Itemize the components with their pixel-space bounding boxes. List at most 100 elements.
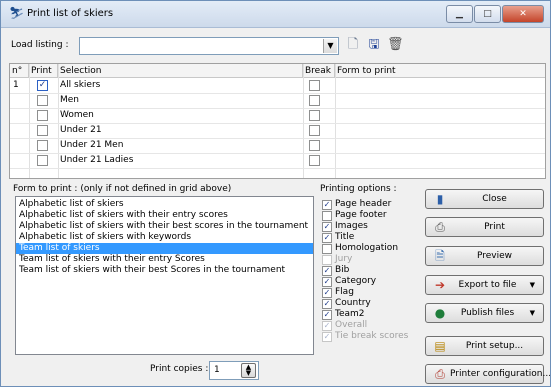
print-list-window: ⛷ Print list of skiers ▁ □ ✕ Load listin… <box>0 0 551 387</box>
list-item[interactable]: Alphabetic list of skiers with keywords <box>16 232 313 243</box>
print-button-label: Print <box>484 222 505 232</box>
option-checkbox[interactable]: ✓ <box>322 200 332 210</box>
break-checkbox[interactable] <box>309 140 320 151</box>
maximize-button[interactable]: □ <box>474 5 501 23</box>
export-to-file-button[interactable]: ➔ Export to file ▼ <box>425 275 544 295</box>
print-checkbox[interactable] <box>37 95 48 106</box>
list-item-selected[interactable]: Team list of skiers <box>16 243 313 254</box>
option-label: Jury <box>335 254 353 264</box>
new-file-icon[interactable]: 🗋 <box>345 37 361 53</box>
list-item[interactable]: Alphabetic list of skiers with their bes… <box>16 221 313 232</box>
table-row[interactable]: Under 21 Men <box>10 138 545 154</box>
col-header-form: Form to print <box>335 64 545 78</box>
print-checkbox[interactable] <box>37 140 48 151</box>
option-label: Page header <box>335 199 392 209</box>
option-checkbox[interactable] <box>322 244 332 254</box>
break-checkbox[interactable] <box>309 95 320 106</box>
print-checkbox[interactable] <box>37 110 48 121</box>
table-row[interactable]: Women <box>10 108 545 124</box>
export-arrow-icon: ➔ <box>434 278 446 292</box>
print-copies-stepper[interactable]: 1 ▲ ▼ <box>209 361 259 380</box>
col-header-number: n° <box>10 64 29 78</box>
selection-cell: Under 21 <box>60 125 102 135</box>
option-checkbox[interactable]: ✓ <box>322 233 332 243</box>
export-button-label: Export to file <box>458 280 517 290</box>
list-item[interactable]: Alphabetic list of skiers with their ent… <box>16 210 313 221</box>
option-label: Team2 <box>335 309 365 319</box>
page-setup-icon: ▤ <box>434 339 446 353</box>
col-header-selection: Selection <box>58 64 303 78</box>
chevron-down-icon: ▼ <box>529 309 535 317</box>
selection-cell: All skiers <box>60 80 101 90</box>
skier-app-icon: ⛷ <box>9 6 25 20</box>
exit-door-icon: ▮ <box>436 192 444 206</box>
window-controls: ▁ □ ✕ <box>445 5 544 23</box>
col-header-break: Break <box>303 64 335 78</box>
option-label: Bib <box>335 265 350 275</box>
close-window-button[interactable]: ✕ <box>502 5 544 23</box>
save-icon[interactable]: 🖫 <box>366 37 382 53</box>
option-label: Country <box>335 298 371 308</box>
window-title: Print list of skiers <box>27 8 114 19</box>
break-checkbox[interactable] <box>309 125 320 136</box>
dropdown-arrow-icon[interactable]: ▼ <box>323 39 337 53</box>
break-checkbox[interactable] <box>309 80 320 91</box>
option-checkbox: ✓ <box>322 321 332 331</box>
print-checkbox[interactable] <box>37 155 48 166</box>
table-row[interactable]: Under 21 <box>10 123 545 139</box>
option-checkbox[interactable]: ✓ <box>322 222 332 232</box>
printer-config-icon: ⎙ <box>435 367 445 381</box>
table-row[interactable]: Under 21 Ladies <box>10 153 545 169</box>
printing-options-label: Printing options : <box>320 184 397 194</box>
printer-configuration-label: Printer configuration... <box>450 369 551 379</box>
option-checkbox[interactable]: ✓ <box>322 310 332 320</box>
print-checkbox[interactable] <box>37 125 48 136</box>
close-button-label: Close <box>482 194 507 204</box>
printer-configuration-button[interactable]: ⎙ Printer configuration... <box>425 364 551 384</box>
break-checkbox[interactable] <box>309 155 320 166</box>
delete-trash-icon[interactable]: 🗑 <box>387 37 404 53</box>
preview-button[interactable]: 🗎 Preview <box>425 246 544 266</box>
print-button[interactable]: ⎙ Print <box>425 217 544 237</box>
row-number: 1 <box>13 80 19 90</box>
print-setup-button[interactable]: ▤ Print setup... <box>425 336 544 356</box>
table-row[interactable]: 1 ✓ All skiers <box>10 78 545 94</box>
printing-options-list: ✓ Page header Page footer ✓ Images ✓ Tit… <box>320 196 416 353</box>
option-label: Page footer <box>335 210 387 220</box>
title-bar: ⛷ Print list of skiers ▁ □ ✕ <box>1 1 550 28</box>
selection-cell: Women <box>60 110 94 120</box>
spin-up-down-icon[interactable]: ▲ ▼ <box>241 363 256 378</box>
close-button[interactable]: ▮ Close <box>425 189 544 209</box>
break-checkbox[interactable] <box>309 110 320 121</box>
option-checkbox[interactable]: ✓ <box>322 288 332 298</box>
option-label: Images <box>335 221 368 231</box>
option-checkbox[interactable]: ✓ <box>322 299 332 309</box>
publish-files-button[interactable]: ● Publish files ▼ <box>425 303 544 323</box>
option-label: Category <box>335 276 377 286</box>
print-setup-button-label: Print setup... <box>465 341 524 351</box>
list-item[interactable]: Alphabetic list of skiers <box>16 199 313 210</box>
list-item[interactable]: Team list of skiers with their entry Sco… <box>16 254 313 265</box>
print-checkbox[interactable]: ✓ <box>37 80 48 91</box>
publish-button-label: Publish files <box>460 308 515 318</box>
option-checkbox[interactable] <box>322 211 332 221</box>
option-label: Flag <box>335 287 354 297</box>
load-listing-dropdown[interactable]: ▼ <box>79 37 339 55</box>
option-label: Title <box>335 232 355 242</box>
option-checkbox[interactable]: ✓ <box>322 277 332 287</box>
option-label: Tie break scores <box>335 331 409 341</box>
col-header-print: Print <box>29 64 58 78</box>
selection-cell: Under 21 Ladies <box>60 155 134 165</box>
print-copies-value[interactable]: 1 <box>214 365 220 375</box>
option-checkbox <box>322 255 332 265</box>
minimize-button[interactable]: ▁ <box>446 5 473 23</box>
table-row[interactable]: Men <box>10 93 545 109</box>
option-label: Overall <box>335 320 368 330</box>
preview-button-label: Preview <box>476 251 513 261</box>
list-item[interactable]: Team list of skiers with their best Scor… <box>16 265 313 276</box>
option-checkbox[interactable]: ✓ <box>322 266 332 276</box>
preview-document-icon: 🗎 <box>435 249 445 263</box>
print-copies-label: Print copies : <box>150 364 209 374</box>
form-to-print-list[interactable]: Alphabetic list of skiers Alphabetic lis… <box>15 196 314 355</box>
globe-icon: ● <box>434 306 446 320</box>
